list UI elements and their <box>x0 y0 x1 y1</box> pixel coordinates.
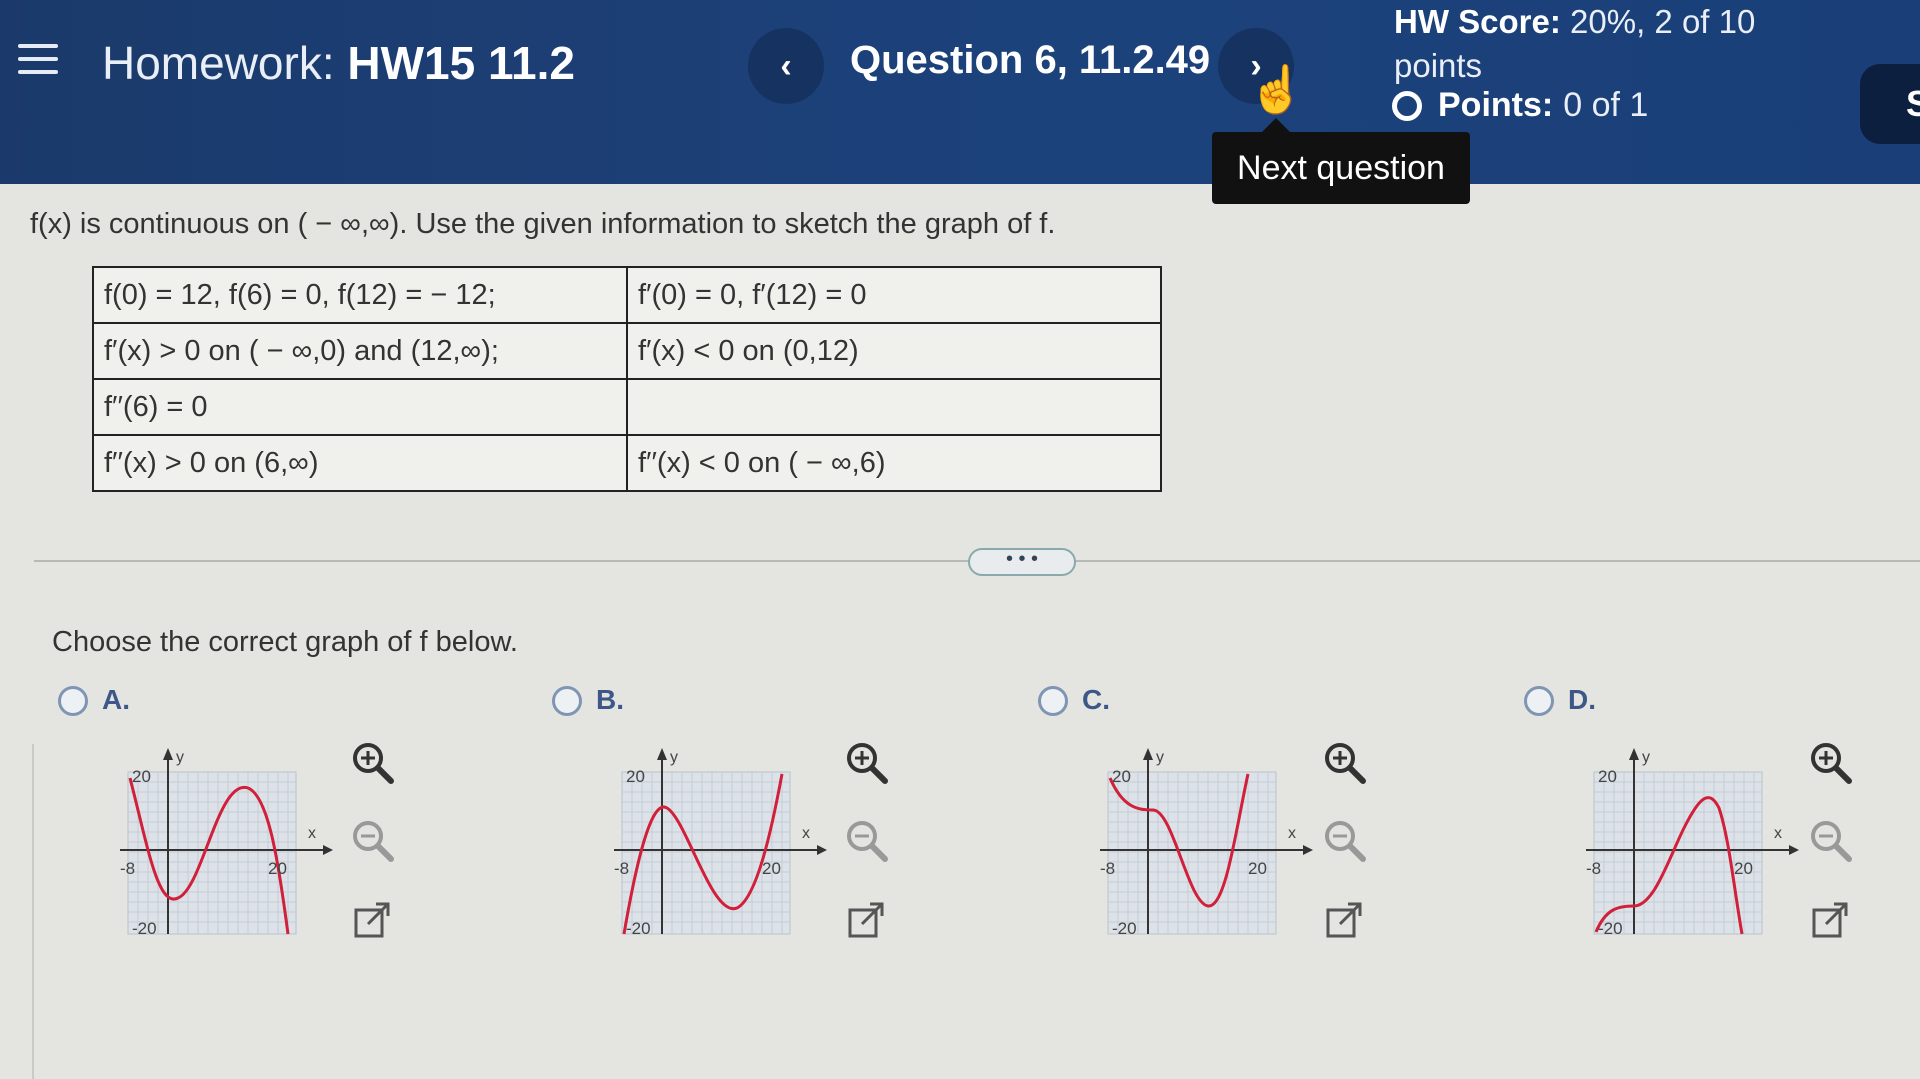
option-a-graph: 20 -20 -8 20 x y <box>120 748 333 938</box>
table-row: f(0) = 12, f(6) = 0, f(12) = − 12; f′(0)… <box>92 266 1162 324</box>
side-button[interactable]: S <box>1860 64 1920 144</box>
question-prompt: f(x) is continuous on ( − ∞,∞). Use the … <box>30 208 1056 240</box>
option-c-radio[interactable] <box>1038 686 1068 716</box>
option-d-label: D. <box>1568 684 1596 715</box>
x-axis-arrow <box>1303 845 1313 855</box>
zoom-in-icon[interactable] <box>1806 738 1854 786</box>
table-cell: f′′(x) < 0 on ( − ∞,6) <box>626 434 1162 492</box>
option-c-graph: 20 -20 -8 20 x y <box>1100 748 1313 938</box>
zoom-in-icon[interactable] <box>842 738 890 786</box>
x-min-label: -8 <box>1586 859 1601 878</box>
left-border-line <box>32 744 34 1079</box>
y-axis-arrow <box>1143 748 1153 760</box>
zoom-out-icon[interactable] <box>1806 816 1854 864</box>
y-axis-arrow <box>163 748 173 760</box>
table-cell: f(0) = 12, f(6) = 0, f(12) = − 12; <box>92 266 628 324</box>
points-indicator: Points: 0 of 1 <box>1392 86 1648 125</box>
table-cell <box>626 378 1162 436</box>
popout-icon[interactable] <box>1320 896 1368 944</box>
table-row: f′′(6) = 0 <box>92 378 1162 436</box>
zoom-out-icon[interactable] <box>348 816 396 864</box>
y-min-label: -20 <box>132 919 157 938</box>
option-b-label: B. <box>596 684 624 715</box>
y-axis-label: y <box>1642 749 1650 766</box>
menu-icon[interactable] <box>18 44 58 78</box>
table-cell: f′′(x) > 0 on (6,∞) <box>92 434 628 492</box>
x-max-label: 20 <box>1734 859 1753 878</box>
x-min-label: -8 <box>120 859 135 878</box>
homework-title-name: HW15 11.2 <box>347 37 575 89</box>
given-info-table: f(0) = 12, f(6) = 0, f(12) = − 12; f′(0)… <box>92 266 1162 492</box>
header-bar: Homework: HW15 11.2 ‹ Question 6, 11.2.4… <box>0 0 1920 184</box>
x-axis-arrow <box>817 845 827 855</box>
hw-score-value: 20%, 2 of 10 <box>1570 3 1756 40</box>
x-max-label: 20 <box>1248 859 1267 878</box>
table-cell: f′(x) < 0 on (0,12) <box>626 322 1162 380</box>
popout-icon[interactable] <box>842 896 890 944</box>
y-max-label: 20 <box>1112 767 1131 786</box>
x-max-label: 20 <box>762 859 781 878</box>
hw-score: HW Score: 20%, 2 of 10 points <box>1394 0 1794 88</box>
previous-question-button[interactable]: ‹ <box>748 28 824 104</box>
y-min-label: -20 <box>626 919 651 938</box>
zoom-out-icon[interactable] <box>842 816 890 864</box>
y-max-label: 20 <box>132 767 151 786</box>
x-axis-label: x <box>1774 825 1782 842</box>
zoom-in-icon[interactable] <box>1320 738 1368 786</box>
hw-score-label: HW Score: <box>1394 3 1561 40</box>
graph-background <box>127 771 297 935</box>
zoom-in-icon[interactable] <box>348 738 396 786</box>
hand-cursor-icon: ☝ <box>1248 63 1306 115</box>
option-b-radio[interactable] <box>552 686 582 716</box>
choose-instruction: Choose the correct graph of f below. <box>52 626 518 658</box>
graph-background <box>1107 771 1277 935</box>
option-a-radio[interactable] <box>58 686 88 716</box>
y-axis-arrow <box>1629 748 1639 760</box>
x-axis-label: x <box>1288 825 1296 842</box>
x-axis-arrow <box>323 845 333 855</box>
table-cell: f′(0) = 0, f′(12) = 0 <box>626 266 1162 324</box>
points-label: Points: <box>1438 86 1554 124</box>
y-max-label: 20 <box>626 767 645 786</box>
side-button-label: S <box>1906 83 1920 124</box>
table-cell: f′(x) > 0 on ( − ∞,0) and (12,∞); <box>92 322 628 380</box>
x-axis-label: x <box>802 825 810 842</box>
x-min-label: -8 <box>614 859 629 878</box>
option-b-graph: 20 -20 -8 20 x y <box>614 748 827 938</box>
x-max-label: 20 <box>268 859 287 878</box>
homework-title: Homework: HW15 11.2 <box>102 36 575 90</box>
points-value: 0 of 1 <box>1563 86 1649 124</box>
expand-more-button[interactable]: • • • <box>968 548 1076 576</box>
progress-ring-icon <box>1392 90 1422 121</box>
option-d-radio[interactable] <box>1524 686 1554 716</box>
popout-icon[interactable] <box>1806 896 1854 944</box>
x-min-label: -8 <box>1100 859 1115 878</box>
y-min-label: -20 <box>1112 919 1137 938</box>
option-c-label: C. <box>1082 684 1110 715</box>
option-a-label: A. <box>102 684 130 715</box>
y-min-label: -20 <box>1598 919 1623 938</box>
y-axis-arrow <box>657 748 667 760</box>
popout-icon[interactable] <box>348 896 396 944</box>
question-title: Question 6, 11.2.49 <box>850 38 1211 82</box>
homework-title-prefix: Homework: <box>102 37 335 89</box>
question-content: f(x) is continuous on ( − ∞,∞). Use the … <box>0 184 1920 1079</box>
x-axis-arrow <box>1789 845 1799 855</box>
table-cell: f′′(6) = 0 <box>92 378 628 436</box>
option-d-graph: 20 -20 -8 20 x y <box>1586 748 1799 938</box>
y-axis-label: y <box>670 749 678 766</box>
table-row: f′′(x) > 0 on (6,∞) f′′(x) < 0 on ( − ∞,… <box>92 434 1162 492</box>
zoom-out-icon[interactable] <box>1320 816 1368 864</box>
x-axis-label: x <box>308 825 316 842</box>
y-max-label: 20 <box>1598 767 1617 786</box>
table-row: f′(x) > 0 on ( − ∞,0) and (12,∞); f′(x) … <box>92 322 1162 380</box>
y-axis-label: y <box>1156 749 1164 766</box>
hw-score-unit: points <box>1394 47 1483 84</box>
chevron-left-icon: ‹ <box>780 46 792 85</box>
y-axis-label: y <box>176 749 184 766</box>
